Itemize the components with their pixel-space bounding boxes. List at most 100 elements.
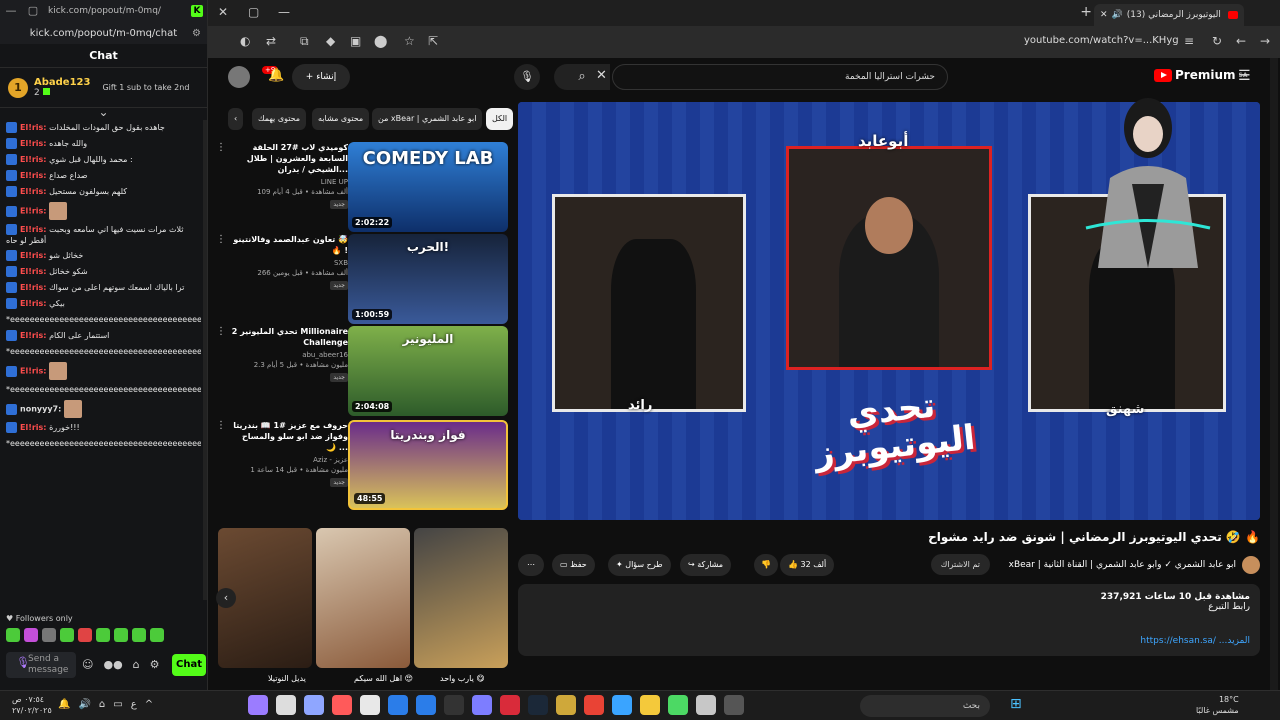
bell-icon[interactable]: 🔔 (268, 68, 284, 83)
chat-username[interactable]: El!ris: (20, 139, 47, 148)
youtube-tab[interactable]: ✕ 🔊 (13) تحدي اليوتيوبرز الرمضاني (1094, 4, 1244, 26)
video-thumbnail[interactable]: فواز وبندريتا 48:55 (348, 420, 508, 510)
more-options-icon[interactable]: ⋮ (216, 142, 226, 153)
reload-icon[interactable]: ↻ (1212, 34, 1222, 48)
share-page-icon[interactable]: ⇱ (428, 34, 438, 48)
task-view-icon[interactable] (724, 695, 744, 715)
short-title[interactable]: يديل النوتيلا (268, 674, 306, 683)
more-options-icon[interactable]: ⋮ (216, 420, 226, 431)
back-icon[interactable]: ← (1236, 34, 1246, 48)
network-icon[interactable]: ⌂ (99, 699, 105, 710)
restore-window-icon[interactable]: ▢ (248, 5, 259, 19)
chat-username[interactable]: nonyyy7: (20, 405, 61, 414)
settings-gear-icon[interactable]: ⚙ (150, 658, 160, 671)
channel-name[interactable]: xBear | ابو عابد الشمري ✓ وابو عابد الشم… (1009, 560, 1236, 570)
address-bar[interactable]: youtube.com/watch?v=...KHyg (1024, 35, 1179, 46)
chat-username[interactable]: El!ris: (20, 187, 47, 196)
minimize-icon[interactable]: — (4, 4, 18, 18)
chat-username[interactable]: El!ris: (20, 251, 47, 260)
account-avatar[interactable] (228, 66, 250, 88)
voice-search-mic-icon[interactable]: 🎙 (514, 64, 540, 90)
more-options-icon[interactable]: ⋮ (216, 326, 226, 337)
share-button[interactable]: ↪ مشاركة (680, 554, 732, 576)
forward-icon[interactable]: → (1260, 34, 1270, 48)
extension-icon[interactable]: ⬤ (374, 34, 387, 48)
extension-icon[interactable]: ◆ (326, 34, 335, 48)
video-title[interactable]: تعاون عبدالصمد وفالانتينو 🤯 🔥 ! (230, 234, 348, 256)
video-thumbnail[interactable]: المليونير 2:04:08 (348, 326, 508, 416)
like-button[interactable]: 👍 32 ألف (780, 554, 835, 576)
video-thumbnail[interactable]: الحرب! 1:00:59 (348, 234, 508, 324)
emote-icon[interactable] (78, 628, 92, 642)
recommended-video[interactable]: الحرب! 1:00:59 تعاون عبدالصمد وفالانتينو 🤯… (216, 234, 508, 324)
minimize-window-icon[interactable]: — (278, 5, 290, 19)
recommended-video[interactable]: COMEDY LAB 2:02:22 كوميدي لاب #27 الحلقة ا… (216, 142, 508, 232)
emote-icon[interactable] (24, 628, 38, 642)
app-icon[interactable] (668, 695, 688, 715)
clear-search-icon[interactable]: ✕ (596, 68, 607, 83)
recommended-video[interactable]: فواز وبندريتا 48:55 حروف مع عزيز #1 📖 بندر… (216, 420, 508, 510)
channel-info[interactable]: xBear | ابو عابد الشمري ✓ وابو عابد الشم… (1009, 556, 1260, 574)
battery-icon[interactable]: ▭ (113, 699, 122, 710)
extension-icon[interactable]: ⇄ (266, 34, 276, 48)
app-icon[interactable] (500, 695, 520, 715)
page-scrollbar[interactable] (1270, 58, 1278, 690)
video-title[interactable]: حروف مع عزيز #1 📖 بندريتا وفواز ضد ابو س… (230, 420, 348, 453)
chat-username[interactable]: El!ris: (20, 171, 47, 180)
chat-username[interactable]: El!ris: (20, 283, 47, 292)
pinned-toggle-icon[interactable]: ⌄ (0, 106, 207, 118)
app-icon[interactable] (388, 695, 408, 715)
recommended-video[interactable]: المليونير 2:04:08 تحدي المليونير 2 Million… (216, 326, 508, 416)
more-options-icon[interactable]: ⋮ (216, 234, 226, 245)
mic-icon[interactable]: 🎙 (16, 656, 30, 669)
weather-widget[interactable]: 18°C مشمس غالبًا (1196, 694, 1239, 716)
chat-scrollbar[interactable] (203, 120, 207, 600)
dislike-button[interactable]: 👎 (754, 554, 778, 576)
video-title[interactable]: تحدي المليونير 2 Millionaire Challenge (230, 326, 348, 348)
kick-url-bar[interactable]: kick.com/popout/m-0mq/chat ⚙ (0, 22, 207, 44)
app-icon[interactable] (248, 695, 268, 715)
emote-picker-icon[interactable]: ☺ (82, 658, 93, 671)
community-icon[interactable]: ●● (103, 658, 122, 671)
chip[interactable]: محتوى مشابه (312, 108, 370, 130)
extension-icon[interactable]: ◐ (240, 34, 250, 48)
close-window-icon[interactable]: ✕ (218, 5, 228, 19)
clock[interactable]: ٠٧:٥٤ ص ٢٧/٠٢/٢٠٢٥ (12, 694, 52, 716)
app-icon[interactable] (360, 695, 380, 715)
app-icon[interactable] (444, 695, 464, 715)
chips-prev-icon[interactable]: ‹ (228, 108, 244, 130)
subscribed-button[interactable]: تم الاشتراك (930, 554, 990, 575)
extension-icon[interactable]: ▣ (350, 34, 361, 48)
ask-button[interactable]: ✦ طرح سؤال (608, 554, 671, 576)
emote-icon[interactable] (132, 628, 146, 642)
tab-close-icon[interactable]: ✕ (1100, 4, 1108, 26)
channel-name[interactable]: SXB (230, 259, 348, 267)
chip[interactable]: من xBear | ابو عابد الشمري (372, 108, 483, 130)
tray-overflow-icon[interactable]: ^ (145, 699, 153, 710)
video-thumbnail[interactable]: COMEDY LAB 2:02:22 (348, 142, 508, 232)
emote-icon[interactable] (96, 628, 110, 642)
create-button[interactable]: + إنشاء (292, 64, 350, 90)
chat-username[interactable]: El!ris: (20, 207, 47, 216)
steam-icon[interactable] (528, 695, 548, 715)
maximize-icon[interactable]: ▢ (26, 4, 40, 18)
channel-name[interactable]: Aziz - عزيز (230, 456, 348, 464)
bookmark-star-icon[interactable]: ☆ (404, 34, 415, 48)
channel-name[interactable]: abu_abeer16 (230, 351, 348, 359)
app-icon[interactable] (276, 695, 296, 715)
app-icon[interactable] (416, 695, 436, 715)
chat-username[interactable]: El!ris: (20, 225, 47, 234)
language-indicator[interactable]: ع (131, 699, 137, 710)
windows-start-icon[interactable]: ⊞ (1010, 696, 1022, 712)
emote-icon[interactable] (150, 628, 164, 642)
site-settings-icon[interactable]: ⚙ (192, 28, 201, 39)
notifications-icon[interactable]: 🔔 (58, 699, 70, 710)
youtube-premium-logo[interactable]: Premium SA (1154, 68, 1247, 82)
send-chat-button[interactable]: Chat (172, 654, 206, 676)
chat-username[interactable]: El!ris: (20, 155, 47, 164)
save-button[interactable]: ▭ حفظ (552, 554, 595, 576)
chat-username[interactable]: El!ris: (20, 267, 47, 276)
more-actions-icon[interactable]: ⋯ (518, 554, 544, 576)
app-icon[interactable] (304, 695, 324, 715)
file-explorer-icon[interactable] (640, 695, 660, 715)
